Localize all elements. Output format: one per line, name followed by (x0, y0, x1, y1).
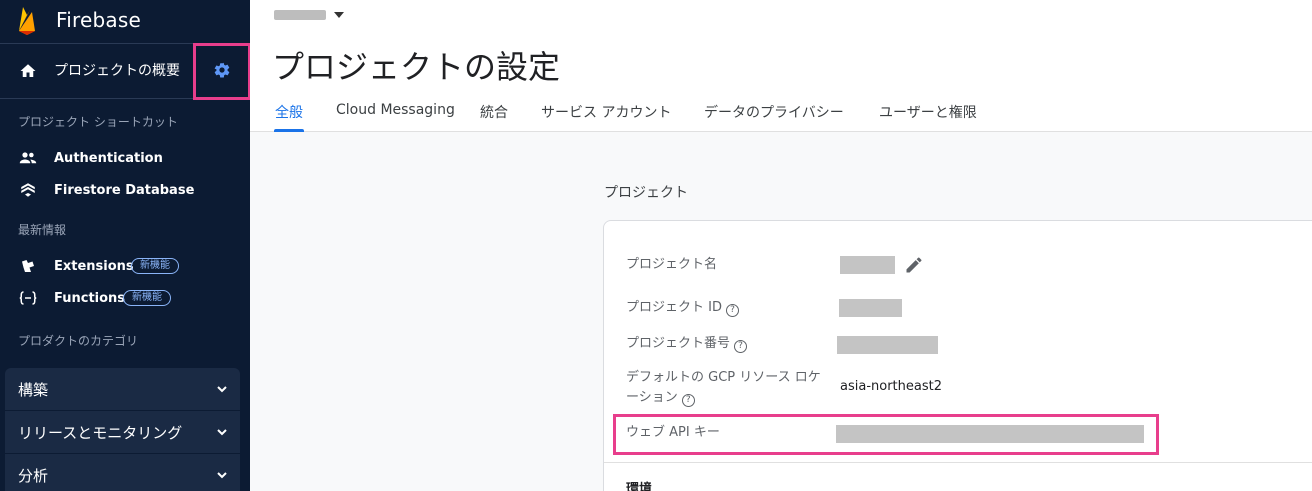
project-id-label: プロジェクト ID? (626, 298, 739, 318)
sidebar-item-label: Extensions (54, 258, 134, 274)
project-number-label-text: プロジェクト番号 (626, 336, 731, 351)
sidebar-item-authentication[interactable]: Authentication (0, 146, 250, 170)
firebase-logo-icon (19, 7, 35, 35)
sidebar-item-functions[interactable]: Functions 新機能 (0, 286, 250, 310)
web-api-key-label: ウェブ API キー (626, 425, 720, 440)
page-title: プロジェクトの設定 (272, 48, 561, 86)
category-label: 構築 (18, 380, 49, 399)
project-id-label-text: プロジェクト ID (626, 300, 722, 315)
extensions-icon (22, 260, 34, 272)
caret-down-icon (334, 12, 344, 18)
sidebar-item-label: Functions (54, 290, 126, 306)
main-area: プロジェクトの設定 全般 Cloud Messaging 統合 サービス アカウ… (250, 0, 1312, 491)
functions-icon (19, 291, 37, 305)
category-label: リリースとモニタリング (18, 423, 183, 442)
sidebar-item-label: Authentication (54, 150, 163, 166)
tab-general[interactable]: 全般 (275, 102, 303, 122)
chevron-down-icon (217, 472, 227, 479)
tab-cloud-messaging[interactable]: Cloud Messaging (336, 102, 455, 118)
shortcuts-heading: プロジェクト ショートカット (18, 115, 178, 129)
project-number-value-redacted (837, 336, 938, 354)
people-icon (19, 152, 37, 164)
firestore-icon (21, 183, 35, 197)
default-location-value: asia-northeast2 (840, 379, 942, 394)
tab-data-privacy[interactable]: データのプライバシー (704, 102, 844, 122)
chevron-down-icon (217, 386, 227, 393)
default-location-label: デフォルトの GCP リソース ロケ ーション? (626, 368, 821, 408)
help-icon[interactable]: ? (681, 394, 695, 407)
tab-users-permissions[interactable]: ユーザーと権限 (879, 102, 977, 122)
new-badge: 新機能 (123, 290, 171, 306)
web-api-key-value-redacted[interactable] (836, 425, 1144, 443)
categories-heading: プロダクトのカテゴリ (18, 334, 139, 348)
project-name-label: プロジェクト名 (626, 257, 718, 272)
chevron-down-icon (217, 429, 227, 436)
environment-heading: 環境 (626, 482, 653, 491)
new-badge: 新機能 (131, 258, 179, 274)
latest-heading: 最新情報 (18, 223, 67, 237)
project-id-value-redacted (839, 299, 902, 317)
brand-name: Firebase (56, 8, 141, 32)
project-name-value-redacted (840, 256, 895, 274)
project-section-heading: プロジェクト (604, 185, 688, 201)
edit-pencil-icon[interactable] (904, 255, 924, 275)
tab-service-accounts[interactable]: サービス アカウント (541, 102, 671, 122)
help-icon[interactable]: ? (725, 304, 739, 317)
sidebar-item-label: Firestore Database (54, 182, 195, 198)
help-icon[interactable]: ? (734, 340, 748, 353)
settings-tabs: 全般 Cloud Messaging 統合 サービス アカウント データのプライ… (250, 96, 1312, 132)
project-name-redacted (274, 10, 326, 20)
sidebar-item-extensions[interactable]: Extensions 新機能 (0, 254, 250, 278)
category-analytics[interactable]: 分析 (5, 454, 240, 491)
category-build[interactable]: 構築 (5, 368, 240, 410)
project-selector[interactable] (274, 10, 344, 20)
category-release-monitor[interactable]: リリースとモニタリング (5, 411, 240, 453)
project-overview-label: プロジェクトの概要 (54, 63, 180, 79)
gear-icon[interactable] (213, 61, 231, 79)
default-location-label-line2: ーション (626, 390, 678, 405)
default-location-label-line1: デフォルトの GCP リソース ロケ (626, 370, 821, 385)
tab-integrations[interactable]: 統合 (480, 102, 508, 122)
category-label: 分析 (18, 466, 49, 485)
card-divider (604, 462, 1312, 463)
home-icon (20, 64, 36, 77)
sidebar-item-firestore[interactable]: Firestore Database (0, 178, 250, 202)
brand[interactable]: Firebase (16, 4, 141, 36)
project-number-label: プロジェクト番号? (626, 334, 748, 354)
